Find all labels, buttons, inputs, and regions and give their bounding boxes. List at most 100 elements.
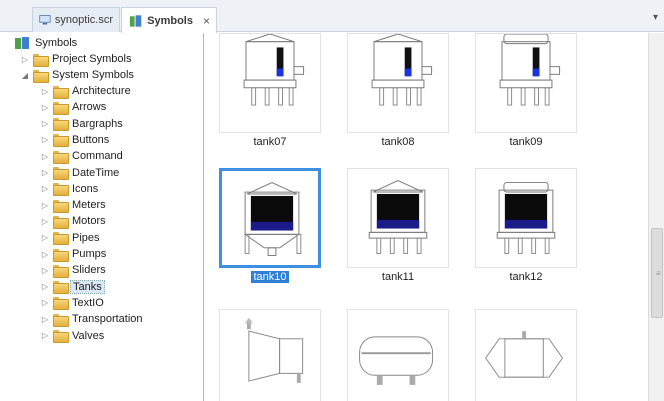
- expand-icon[interactable]: ▷: [40, 87, 50, 96]
- tree-item-system-symbols[interactable]: ◢ System Symbols: [20, 67, 136, 83]
- tree-root[interactable]: Symbols: [14, 35, 79, 51]
- tree-item-label: Pumps: [72, 248, 107, 260]
- folder-icon: [53, 281, 69, 295]
- collapse-icon[interactable]: ◢: [20, 71, 30, 80]
- tree-item-buttons[interactable]: ▷ Buttons: [40, 132, 111, 148]
- screen-icon: [39, 15, 51, 25]
- folder-icon: [53, 134, 69, 148]
- tree-item-motors[interactable]: ▷ Motors: [40, 213, 108, 229]
- symbol-tile[interactable]: [347, 33, 449, 133]
- expand-icon[interactable]: ▷: [40, 315, 50, 324]
- symbol-label: tank11: [381, 271, 415, 283]
- vertical-scrollbar[interactable]: ≡: [648, 33, 664, 401]
- tree-item-arrows[interactable]: ▷ Arrows: [40, 99, 108, 115]
- tank-icon: [371, 34, 433, 106]
- tree-item-sliders[interactable]: ▷ Sliders: [40, 262, 108, 278]
- tree-item-project-symbols[interactable]: ▷ Project Symbols: [20, 51, 133, 67]
- tank-icon: [245, 317, 304, 383]
- symbol-tile[interactable]: [475, 309, 577, 401]
- folder-icon: [53, 85, 69, 99]
- folder-icon: [33, 69, 49, 83]
- folder-icon: [53, 101, 69, 115]
- chevron-down-icon[interactable]: ▾: [653, 12, 658, 23]
- expand-icon[interactable]: ▷: [40, 298, 50, 307]
- tree-item-valves[interactable]: ▷ Valves: [40, 328, 106, 344]
- symbol-tile[interactable]: [475, 168, 577, 268]
- tree-item-tanks[interactable]: ▷ Tanks: [40, 279, 105, 295]
- symbol-tile[interactable]: [347, 309, 449, 401]
- tree-item-label: Pipes: [72, 231, 100, 244]
- expand-icon[interactable]: ▷: [40, 233, 50, 242]
- folder-icon: [53, 313, 69, 327]
- expand-icon[interactable]: ▷: [40, 119, 50, 128]
- tree-item-architecture[interactable]: ▷ Architecture: [40, 83, 133, 99]
- tab-label: Symbols: [147, 14, 193, 27]
- folder-icon: [53, 118, 69, 132]
- symbol-tile[interactable]: [475, 33, 577, 133]
- expand-icon[interactable]: ▷: [40, 250, 50, 259]
- folder-icon: [53, 330, 69, 343]
- expand-icon[interactable]: ▷: [40, 135, 50, 144]
- symbol-label: tank12: [509, 271, 543, 283]
- tree-item-label: Meters: [72, 199, 106, 212]
- symbol-tile[interactable]: [347, 168, 449, 268]
- expand-icon[interactable]: ▷: [40, 266, 50, 275]
- expand-icon[interactable]: ▷: [40, 217, 50, 226]
- close-icon[interactable]: ×: [203, 14, 210, 28]
- tree-item-label: Tanks: [70, 279, 105, 294]
- tab-synoptic[interactable]: synoptic.scr: [32, 7, 120, 32]
- tree-item-label: TextIO: [72, 296, 104, 309]
- symbol-label: tank09: [509, 136, 543, 148]
- tree-item-label: DateTime: [72, 166, 120, 179]
- symbols-icon: [15, 37, 29, 49]
- tree-item-label: Transportation: [72, 313, 143, 326]
- symbol-tile[interactable]: [219, 33, 321, 133]
- folder-icon: [53, 297, 69, 311]
- tank-icon: [368, 179, 428, 254]
- tree-item-textio[interactable]: ▷ TextIO: [40, 295, 106, 311]
- expand-icon[interactable]: ▷: [40, 201, 50, 210]
- tree-item-datetime[interactable]: ▷ DateTime: [40, 165, 121, 181]
- tree-item-pumps[interactable]: ▷ Pumps: [40, 246, 108, 262]
- tank-icon: [499, 34, 561, 106]
- folder-icon: [33, 53, 49, 67]
- symbol-label: tank07: [253, 136, 287, 148]
- tank-icon: [243, 181, 302, 256]
- tree-item-pipes[interactable]: ▷ Pipes: [40, 230, 102, 246]
- tree-item-bargraphs[interactable]: ▷ Bargraphs: [40, 116, 125, 132]
- scroll-thumb[interactable]: ≡: [651, 228, 663, 318]
- expand-icon[interactable]: ▷: [40, 184, 50, 193]
- folder-icon: [53, 183, 69, 197]
- symbol-label: tank10: [251, 271, 289, 283]
- folder-icon: [53, 232, 69, 246]
- expand-icon[interactable]: ▷: [40, 282, 50, 291]
- symbol-tree: Symbols ▷ Project Symbols ◢ System Symbo…: [0, 33, 204, 401]
- tree-item-label: Valves: [72, 329, 105, 342]
- expand-icon[interactable]: ▷: [40, 168, 50, 177]
- folder-icon: [53, 150, 69, 164]
- tab-symbols[interactable]: Symbols ×: [121, 7, 217, 33]
- tree-item-label: Buttons: [72, 133, 110, 146]
- tank-icon: [496, 181, 556, 254]
- expand-icon[interactable]: ▷: [40, 152, 50, 161]
- tree-item-label: Architecture: [72, 85, 131, 97]
- tree-item-label: Icons: [72, 182, 99, 195]
- symbol-tile[interactable]: [219, 309, 321, 401]
- folder-icon: [53, 199, 69, 213]
- symbol-tile[interactable]: [219, 168, 321, 268]
- expand-icon[interactable]: ▷: [40, 331, 50, 340]
- tree-item-meters[interactable]: ▷ Meters: [40, 197, 108, 213]
- tree-item-command[interactable]: ▷ Command: [40, 148, 125, 164]
- tree-item-label: Bargraphs: [72, 117, 123, 130]
- tree-item-icons[interactable]: ▷ Icons: [40, 181, 100, 197]
- folder-icon: [53, 264, 69, 278]
- tree-item-transportation[interactable]: ▷ Transportation: [40, 311, 145, 327]
- tree-item-label: Arrows: [72, 101, 107, 114]
- expand-icon[interactable]: ▷: [20, 55, 30, 64]
- folder-icon: [53, 167, 69, 180]
- symbols-icon: [129, 14, 142, 27]
- expand-icon[interactable]: ▷: [40, 103, 50, 112]
- tank-icon: [359, 336, 434, 385]
- symbol-label: tank08: [381, 136, 415, 148]
- tree-item-label: Sliders: [72, 264, 106, 277]
